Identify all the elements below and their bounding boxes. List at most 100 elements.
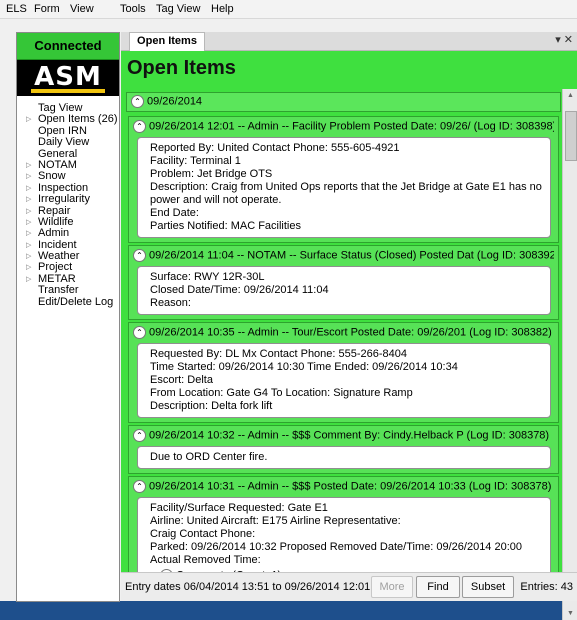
log-entry[interactable]: ⌃ 09/26/2014 10:35 -- Admin -- Tour/Escor… xyxy=(128,322,559,423)
entry-field-line: Parties Notified: MAC Facilities xyxy=(150,220,301,232)
logo-text: ASM xyxy=(34,62,102,92)
sidebar-item-label: Irregularity xyxy=(38,193,90,206)
menu-tag-view[interactable]: Tag View xyxy=(156,3,200,15)
asm-logo: ASM xyxy=(17,60,119,96)
sidebar-item-label: Repair xyxy=(38,204,71,217)
entry-field-line: Requested By: DL Mx Contact Phone: 555-2… xyxy=(150,348,408,360)
sidebar-item-label: Transfer xyxy=(38,284,79,297)
expand-arrow-icon[interactable]: ▷ xyxy=(26,262,31,273)
entry-date-range: Entry dates 06/04/2014 13:51 to 09/26/20… xyxy=(125,581,371,593)
scroll-down-icon[interactable]: ▼ xyxy=(567,610,574,617)
expand-arrow-icon[interactable]: ▷ xyxy=(26,251,31,262)
entry-header[interactable]: ⌃ 09/26/2014 10:35 -- Admin -- Tour/Escor… xyxy=(133,326,554,339)
log-entry[interactable]: ⌃ 09/26/2014 10:32 -- Admin -- $$$ Commen… xyxy=(128,425,559,474)
sidebar-item-label: Wildlife xyxy=(38,215,74,228)
expand-arrow-icon[interactable]: ▷ xyxy=(26,160,31,171)
main-panel: Open Items ⌃ 09/26/2014 ⌃ 09/26/2014 12:01… xyxy=(121,51,577,620)
logo-stripe xyxy=(31,89,105,93)
entry-field-line: Actual Removed Time: xyxy=(150,554,261,566)
expand-arrow-icon[interactable]: ▷ xyxy=(26,114,31,125)
sidebar-item-label: Project xyxy=(38,261,73,274)
expand-arrow-icon[interactable]: ▷ xyxy=(26,274,31,285)
vertical-scrollbar[interactable]: ▲ ▼ xyxy=(562,89,577,620)
log-entry[interactable]: ⌃ 09/26/2014 11:04 -- NOTAM -- Surface St… xyxy=(128,245,559,320)
expand-arrow-icon[interactable]: ▷ xyxy=(26,240,31,251)
entry-field-line: Airline: United Aircraft: E175 Airline R… xyxy=(150,515,401,527)
sidebar-item-notam[interactable]: ▷ NOTAM xyxy=(17,158,119,171)
date-group-header[interactable]: ⌃ 09/26/2014 xyxy=(126,92,561,112)
expand-arrow-icon[interactable]: ▷ xyxy=(26,194,31,205)
sidebar-item-label: Edit/Delete Log xyxy=(38,295,114,308)
sidebar-nav: Tag View ▷ Open Items (26) Open IRN Daily Vi… xyxy=(17,102,119,308)
entry-field-line: Facility/Surface Requested: Gate E1 xyxy=(150,502,328,514)
subset-button[interactable]: Subset xyxy=(462,576,514,598)
entry-field-line: Problem: Jet Bridge OTS xyxy=(150,168,273,180)
sidebar-item-label: Daily View xyxy=(38,136,90,149)
expand-arrow-icon[interactable]: ▷ xyxy=(26,183,31,194)
entry-body: Surface: RWY 12R-30L Closed Date/Time: 09… xyxy=(137,266,551,315)
more-button[interactable]: More xyxy=(371,576,413,598)
sidebar-item-label: Open IRN xyxy=(38,124,87,137)
sidebar-item-label: Admin xyxy=(38,227,70,240)
menu-bar: ELS Form View Tools Tag View Help xyxy=(0,0,577,19)
entry-field-line: Escort: Delta xyxy=(150,374,213,386)
entry-field-line: Due to ORD Center fire. xyxy=(150,451,268,463)
entry-header[interactable]: ⌃ 09/26/2014 10:31 -- Admin -- $$$ Posted… xyxy=(133,480,554,493)
scroll-thumb[interactable] xyxy=(565,111,577,161)
entry-field-line: Closed Date/Time: 09/26/2014 11:04 xyxy=(150,284,329,296)
entry-field-line: Craig Contact Phone: xyxy=(150,528,256,540)
expand-arrow-icon[interactable]: ▷ xyxy=(26,228,31,239)
entry-header-text: 09/26/2014 10:35 -- Admin -- Tour/Escort… xyxy=(149,326,552,339)
menu-form[interactable]: Form xyxy=(34,3,60,15)
entry-header[interactable]: ⌃ 09/26/2014 12:01 -- Admin -- Facility P… xyxy=(133,120,554,133)
menu-help[interactable]: Help xyxy=(211,3,234,15)
expand-arrow-icon[interactable]: ▷ xyxy=(26,217,31,228)
sidebar-item-label: Weather xyxy=(38,250,80,263)
entry-header[interactable]: ⌃ 09/26/2014 10:32 -- Admin -- $$$ Commen… xyxy=(133,429,554,442)
entry-header-text: 09/26/2014 10:32 -- Admin -- $$$ Comment… xyxy=(149,429,550,442)
log-entry[interactable]: ⌃ 09/26/2014 12:01 -- Admin -- Facility P… xyxy=(128,116,559,243)
entry-field-line: Description: Delta fork lift xyxy=(150,400,273,412)
entry-field-line: End Date: xyxy=(150,207,199,219)
sidebar-item-edit-delete-log[interactable]: Edit/Delete Log xyxy=(17,295,119,308)
scroll-up-icon[interactable]: ▲ xyxy=(567,92,574,99)
entry-body: Due to ORD Center fire. xyxy=(137,446,551,469)
sidebar-item-label: General xyxy=(38,147,78,160)
collapse-icon[interactable]: ⌃ xyxy=(133,249,146,262)
application-window: ELS Form View Tools Tag View Help Connec… xyxy=(0,0,577,620)
menu-els[interactable]: ELS xyxy=(6,3,27,15)
entry-body: Requested By: DL Mx Contact Phone: 555-2… xyxy=(137,343,551,418)
collapse-icon[interactable]: ⌃ xyxy=(133,480,146,493)
find-button[interactable]: Find xyxy=(416,576,460,598)
entry-field-line: Reported By: United Contact Phone: 555-6… xyxy=(150,142,400,154)
menu-view[interactable]: View xyxy=(70,3,94,15)
entries-count: Entries: 43 xyxy=(520,581,573,593)
tab-controls[interactable]: ▾ ✕ xyxy=(555,33,573,46)
group-date: 09/26/2014 xyxy=(147,95,203,108)
entry-field-line: Description: Craig from United Ops repor… xyxy=(150,181,542,193)
entry-field-line: Facility: Terminal 1 xyxy=(150,155,241,167)
sidebar-item-label: METAR xyxy=(38,272,76,285)
expand-arrow-icon[interactable]: ▷ xyxy=(26,171,31,182)
entry-header[interactable]: ⌃ 09/26/2014 11:04 -- NOTAM -- Surface St… xyxy=(133,249,554,262)
collapse-icon[interactable]: ⌃ xyxy=(133,429,146,442)
entry-body: Reported By: United Contact Phone: 555-6… xyxy=(137,137,551,238)
page-title: Open Items xyxy=(127,57,236,79)
collapse-icon[interactable]: ⌃ xyxy=(133,120,146,133)
tab-bar: Open Items ▾ ✕ xyxy=(121,32,577,51)
entry-field-line: Surface: RWY 12R-30L xyxy=(150,271,265,283)
left-sidebar: Connected ASM Tag View ▷ Open Items (26) Op… xyxy=(16,32,120,602)
entry-header-text: 09/26/2014 10:31 -- Admin -- $$$ Posted … xyxy=(149,480,552,493)
entry-field-line: From Location: Gate G4 To Location: Sign… xyxy=(150,387,413,399)
entry-header-text: 09/26/2014 11:04 -- NOTAM -- Surface Sta… xyxy=(149,249,554,262)
sidebar-item-label: NOTAM xyxy=(38,158,77,171)
expand-arrow-icon[interactable]: ▷ xyxy=(26,206,31,217)
menu-tools[interactable]: Tools xyxy=(120,3,146,15)
sidebar-item-label: Snow xyxy=(38,170,66,183)
collapse-icon[interactable]: ⌃ xyxy=(131,95,144,108)
sidebar-item-label: Incident xyxy=(38,238,77,251)
collapse-icon[interactable]: ⌃ xyxy=(133,326,146,339)
entry-field-line: power and will not operate. xyxy=(150,194,282,206)
connection-status: Connected xyxy=(17,33,119,60)
tab-open-items[interactable]: Open Items xyxy=(129,32,205,51)
